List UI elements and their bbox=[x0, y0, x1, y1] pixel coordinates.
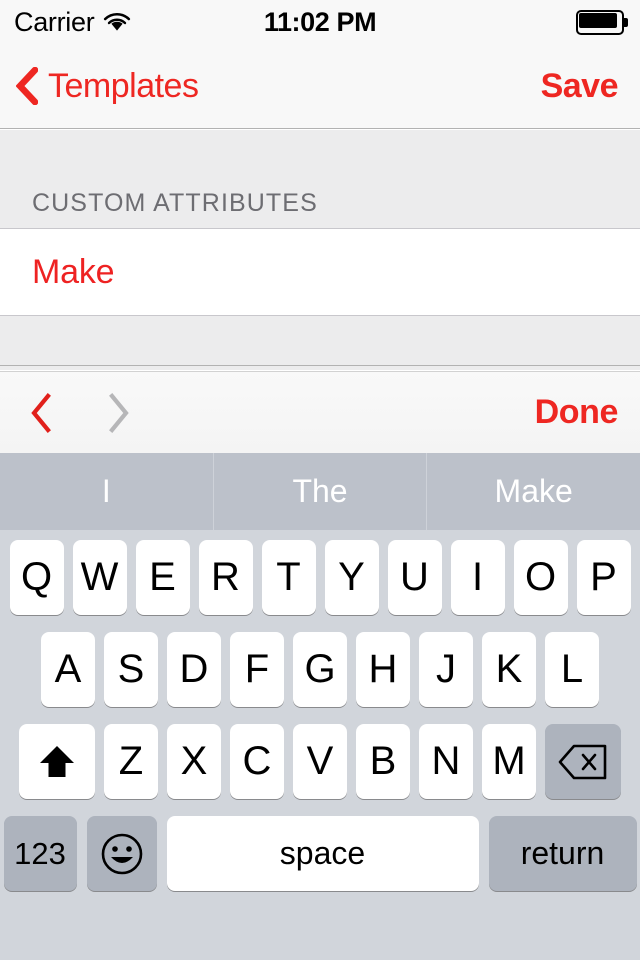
key-r[interactable]: R bbox=[198, 540, 253, 615]
key-h[interactable]: H bbox=[356, 632, 410, 707]
back-button-label: Templates bbox=[48, 66, 199, 105]
key-g[interactable]: G bbox=[293, 632, 347, 707]
key-n[interactable]: N bbox=[419, 724, 473, 799]
key-o[interactable]: O bbox=[513, 540, 568, 615]
navigation-bar: Templates Save bbox=[0, 44, 640, 129]
table-row[interactable]: Make bbox=[0, 228, 640, 316]
toolbar-navigation-arrows bbox=[28, 392, 132, 434]
key-f[interactable]: F bbox=[230, 632, 284, 707]
prediction-candidate[interactable]: I bbox=[0, 453, 213, 530]
back-button[interactable]: Templates bbox=[15, 66, 199, 106]
status-bar-right bbox=[576, 9, 628, 35]
prediction-candidate[interactable]: The bbox=[214, 453, 427, 530]
key-x[interactable]: X bbox=[167, 724, 221, 799]
keyboard-accessory-toolbar: Done bbox=[0, 371, 640, 453]
done-button[interactable]: Done bbox=[535, 393, 619, 432]
delete-backspace-icon bbox=[557, 743, 609, 781]
key-w[interactable]: W bbox=[72, 540, 127, 615]
predictive-text-bar: I The Make bbox=[0, 453, 640, 530]
return-key[interactable]: return bbox=[488, 816, 637, 891]
chevron-left-icon[interactable] bbox=[28, 392, 54, 434]
table-bottom-spacer bbox=[0, 316, 640, 366]
key-i[interactable]: I bbox=[450, 540, 505, 615]
smiley-face-icon bbox=[99, 831, 145, 877]
chevron-left-icon bbox=[15, 66, 39, 106]
key-c[interactable]: C bbox=[230, 724, 284, 799]
save-button[interactable]: Save bbox=[541, 67, 619, 106]
space-key[interactable]: space bbox=[166, 816, 479, 891]
key-t[interactable]: T bbox=[261, 540, 316, 615]
key-z[interactable]: Z bbox=[104, 724, 158, 799]
key-v[interactable]: V bbox=[293, 724, 347, 799]
table-top-spacer bbox=[0, 130, 640, 166]
key-b[interactable]: B bbox=[356, 724, 410, 799]
keyboard-row-2: A S D F G H J K L bbox=[0, 632, 640, 707]
iphone-screen: Carrier 11:02 PM Templates Save CUSTOM A… bbox=[0, 0, 640, 960]
section-header: CUSTOM ATTRIBUTES bbox=[0, 166, 640, 228]
key-s[interactable]: S bbox=[104, 632, 158, 707]
shift-arrow-icon bbox=[35, 740, 79, 784]
key-e[interactable]: E bbox=[135, 540, 190, 615]
table-row-label: Make bbox=[32, 252, 115, 291]
battery-full-icon bbox=[576, 9, 628, 35]
key-d[interactable]: D bbox=[167, 632, 221, 707]
prediction-candidate[interactable]: Make bbox=[427, 453, 640, 530]
keyboard-row-4: 123 space return bbox=[0, 816, 640, 891]
key-u[interactable]: U bbox=[387, 540, 442, 615]
key-m[interactable]: M bbox=[482, 724, 536, 799]
key-y[interactable]: Y bbox=[324, 540, 379, 615]
keyboard-row-3: Z X C V B N M bbox=[0, 724, 640, 799]
key-k[interactable]: K bbox=[482, 632, 536, 707]
shift-key[interactable] bbox=[19, 724, 95, 799]
keyboard-rows: Q W E R T Y U I O P A S D F G H J K L Z … bbox=[0, 530, 640, 891]
delete-key[interactable] bbox=[545, 724, 621, 799]
emoji-key[interactable] bbox=[86, 816, 157, 891]
key-a[interactable]: A bbox=[41, 632, 95, 707]
key-p[interactable]: P bbox=[576, 540, 631, 615]
status-bar-time: 11:02 PM bbox=[263, 6, 377, 37]
status-bar: Carrier 11:02 PM bbox=[0, 0, 640, 44]
keyboard-row-1: Q W E R T Y U I O P bbox=[0, 540, 640, 615]
chevron-right-icon[interactable] bbox=[106, 392, 132, 434]
section-header-label: CUSTOM ATTRIBUTES bbox=[32, 189, 318, 217]
numbers-key[interactable]: 123 bbox=[3, 816, 77, 891]
key-q[interactable]: Q bbox=[9, 540, 64, 615]
software-keyboard: I The Make Q W E R T Y U I O P A S D F G… bbox=[0, 453, 640, 960]
key-l[interactable]: L bbox=[545, 632, 599, 707]
table-view: CUSTOM ATTRIBUTES Make bbox=[0, 130, 640, 370]
key-j[interactable]: J bbox=[419, 632, 473, 707]
